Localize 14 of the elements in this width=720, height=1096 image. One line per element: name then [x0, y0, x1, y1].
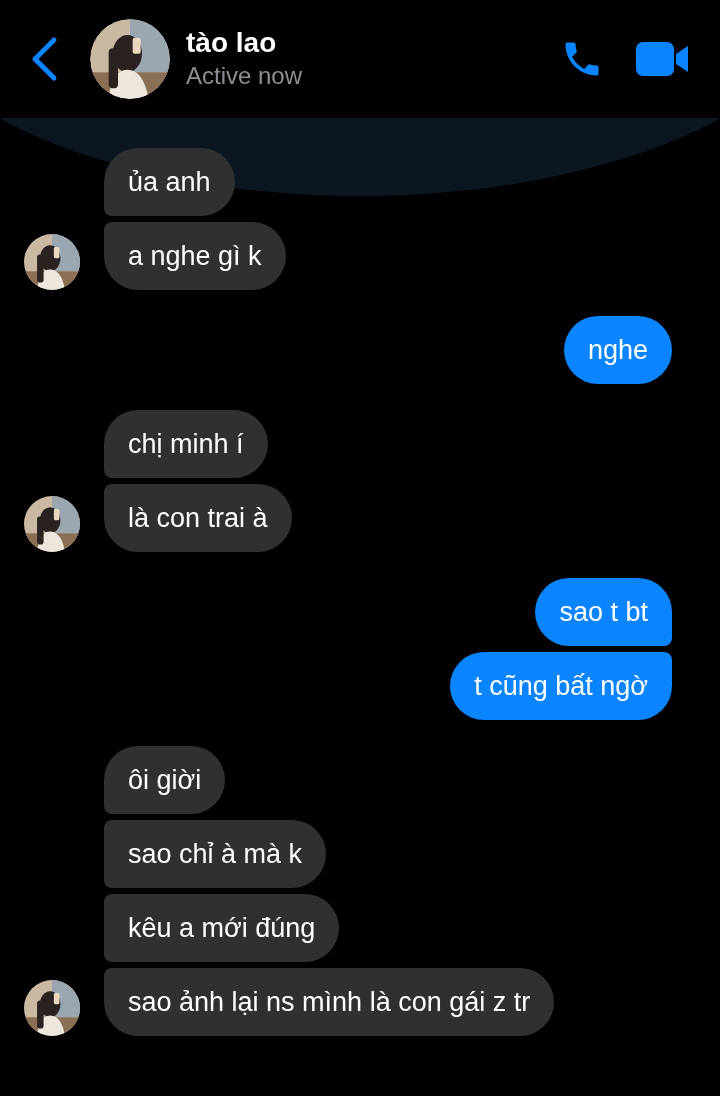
message-bubble: sao t bt: [535, 578, 672, 646]
message-bubble: ủa anh: [104, 148, 235, 216]
active-status: Active now: [186, 61, 304, 91]
contact-name: tào lao: [186, 26, 278, 60]
message-bubble: kêu a mới đúng: [104, 894, 340, 962]
message-bubble: là con trai à: [104, 484, 292, 552]
message-bubble: a nghe gì k: [104, 222, 286, 290]
message-bubble: sao ảnh lại ns mình là con gái z tr: [104, 968, 555, 1036]
message-bubble: ôi giời: [104, 746, 226, 814]
message-bubble: t cũng bất ngờ: [450, 652, 672, 720]
message-bubble: chị minh í: [104, 410, 268, 478]
message-bubble: sao chỉ à mà k: [104, 820, 327, 888]
video-camera-icon[interactable]: [636, 42, 690, 76]
message-bubble: nghe: [563, 316, 672, 384]
